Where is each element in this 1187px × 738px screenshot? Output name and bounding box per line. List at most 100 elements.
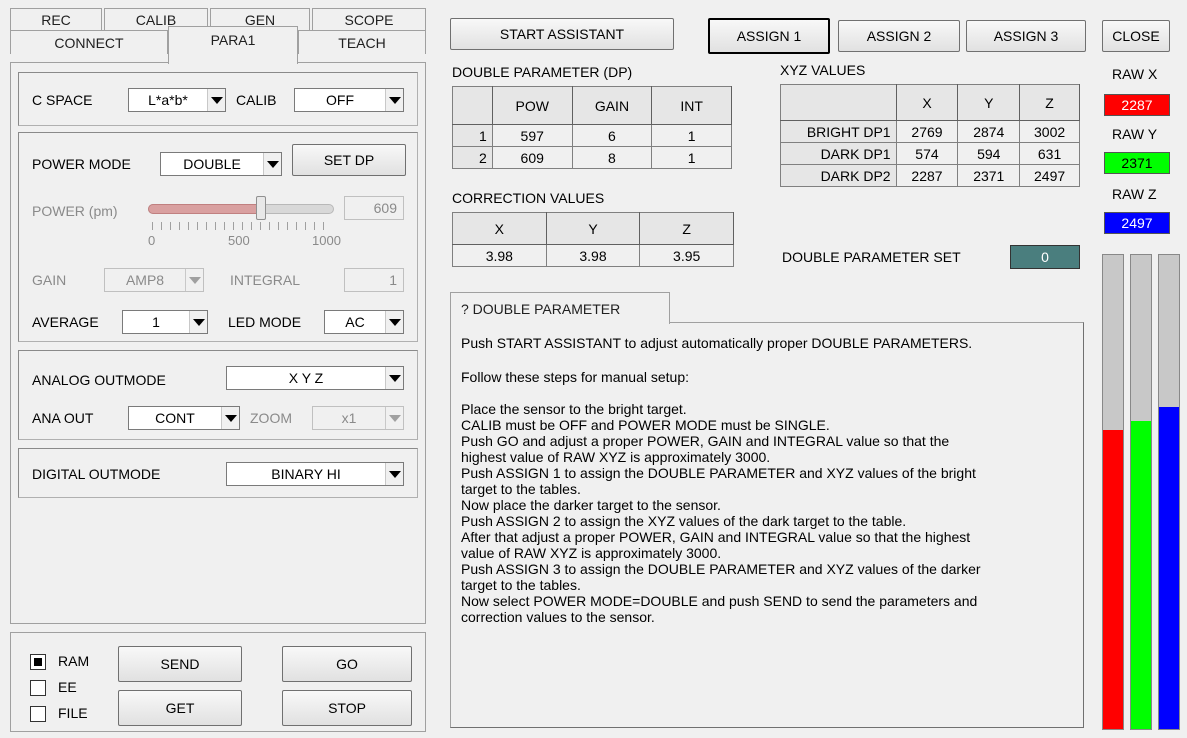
chevron-down-icon — [385, 311, 403, 333]
calib-value: OFF — [326, 92, 354, 108]
chevron-down-icon — [207, 89, 225, 111]
help-line: target to the tables. — [461, 577, 581, 593]
help-line: highest value of RAW XYZ is approximatel… — [461, 449, 771, 465]
average-label: AVERAGE — [32, 314, 99, 330]
table-row: 2 609 8 1 — [452, 146, 732, 169]
ana-out-label: ANA OUT — [32, 410, 94, 426]
help-line: Push START ASSISTANT to adjust automatic… — [461, 335, 973, 351]
xyz-row-3-y[interactable]: 2371 — [957, 164, 1021, 187]
dp-row-1-int[interactable]: 1 — [651, 124, 732, 147]
dp-header-row: POW GAIN INT — [452, 86, 732, 125]
xyz-row-2-x[interactable]: 574 — [895, 142, 959, 165]
set-dp-button[interactable]: SET DP — [292, 144, 406, 176]
xyz-table-title: XYZ VALUES — [780, 62, 866, 78]
xyz-row-3-x[interactable]: 2287 — [895, 164, 959, 187]
help-line: value of RAW XYZ is approximately 3000. — [461, 545, 722, 561]
correction-title: CORRECTION VALUES — [452, 190, 605, 206]
correction-table: X Y Z 3.98 3.98 3.95 — [452, 212, 734, 267]
stop-button[interactable]: STOP — [282, 690, 412, 726]
chevron-down-icon — [185, 269, 203, 291]
dp-table-title: DOUBLE PARAMETER (DP) — [452, 64, 633, 80]
raw-y-label: RAW Y — [1112, 126, 1158, 142]
table-row: 3.98 3.98 3.95 — [452, 244, 734, 267]
tab-teach[interactable]: TEACH — [298, 30, 426, 54]
slider-ticks — [152, 222, 332, 230]
power-value-field: 609 — [344, 196, 404, 220]
led-mode-dropdown[interactable]: AC — [324, 310, 404, 334]
help-line: Push ASSIGN 3 to assign the DOUBLE PARAM… — [461, 561, 981, 577]
analog-outmode-value: X Y Z — [288, 370, 324, 386]
power-slider[interactable] — [148, 196, 336, 220]
xyz-row-1-y[interactable]: 2874 — [957, 120, 1021, 143]
close-button[interactable]: CLOSE — [1102, 20, 1170, 52]
tick-500: 500 — [228, 233, 250, 248]
xyz-header-x: X — [895, 84, 959, 121]
xyz-row-2-z[interactable]: 631 — [1019, 142, 1080, 165]
ram-checkbox[interactable] — [30, 654, 46, 670]
xyz-row-3-z[interactable]: 2497 — [1019, 164, 1080, 187]
raw-z-bar — [1158, 254, 1180, 730]
power-mode-label: POWER MODE — [32, 156, 131, 172]
raw-z-label: RAW Z — [1112, 186, 1157, 202]
dp-row-2-gain[interactable]: 8 — [571, 146, 653, 169]
help-line: Push ASSIGN 1 to assign the DOUBLE PARAM… — [461, 465, 976, 481]
help-line: correction values to the sensor. — [461, 609, 655, 625]
chevron-down-icon — [385, 463, 403, 485]
gain-dropdown: AMP8 — [104, 268, 204, 292]
tab-para1[interactable]: PARA1 — [168, 26, 298, 64]
xyz-row-1-x[interactable]: 2769 — [895, 120, 959, 143]
help-line — [461, 353, 1073, 369]
help-panel: Push START ASSISTANT to adjust automatic… — [450, 322, 1084, 728]
raw-y-bar — [1130, 254, 1152, 730]
correction-header-y: Y — [545, 212, 641, 245]
double-parameter-set-value: 0 — [1010, 245, 1080, 269]
digital-outmode-dropdown[interactable]: BINARY HI — [226, 462, 404, 486]
help-tab[interactable]: ? DOUBLE PARAMETER — [450, 292, 670, 324]
help-line: After that adjust a proper POWER, GAIN a… — [461, 529, 971, 545]
xyz-row-bright-dp1-label: BRIGHT DP1 — [780, 120, 897, 143]
assign-2-button[interactable]: ASSIGN 2 — [838, 20, 960, 52]
help-line: target to the tables. — [461, 481, 581, 497]
start-assistant-button[interactable]: START ASSISTANT — [450, 18, 674, 50]
zoom-label: ZOOM — [250, 410, 292, 426]
gain-value: AMP8 — [125, 272, 165, 288]
assign-3-button[interactable]: ASSIGN 3 — [966, 20, 1086, 52]
power-mode-dropdown[interactable]: DOUBLE — [160, 152, 282, 176]
dp-row-1-pow[interactable]: 597 — [491, 124, 573, 147]
led-mode-value: AC — [345, 314, 365, 330]
slider-thumb[interactable] — [256, 196, 267, 220]
slider-fill — [148, 204, 262, 214]
assign-1-button[interactable]: ASSIGN 1 — [708, 18, 830, 54]
cspace-dropdown[interactable]: L*a*b* — [128, 88, 226, 112]
file-checkbox[interactable] — [30, 706, 46, 722]
dp-row-2-int[interactable]: 1 — [651, 146, 732, 169]
get-button[interactable]: GET — [118, 690, 242, 726]
calib-dropdown[interactable]: OFF — [294, 88, 404, 112]
digital-outmode-label: DIGITAL OUTMODE — [32, 466, 161, 482]
ee-checkbox[interactable] — [30, 680, 46, 696]
chevron-down-icon — [221, 407, 239, 429]
analog-outmode-dropdown[interactable]: X Y Z — [226, 366, 404, 390]
ana-out-dropdown[interactable]: CONT — [128, 406, 240, 430]
correction-header-x: X — [452, 212, 547, 245]
xyz-row-2-y[interactable]: 594 — [957, 142, 1021, 165]
raw-z-bar-fill — [1159, 406, 1179, 729]
help-line: Push GO and adjust a proper POWER, GAIN … — [461, 433, 950, 449]
average-dropdown[interactable]: 1 — [122, 310, 208, 334]
dp-table: POW GAIN INT 1 597 6 1 2 609 8 1 — [452, 86, 732, 169]
correction-z: 3.95 — [639, 244, 734, 267]
dp-row-1-gain[interactable]: 6 — [571, 124, 653, 147]
tab-rec[interactable]: REC — [10, 8, 102, 30]
xyz-row-dark-dp1-label: DARK DP1 — [780, 142, 897, 165]
gain-label: GAIN — [32, 272, 67, 288]
help-line: CALIB must be OFF and POWER MODE must be… — [461, 417, 830, 433]
file-label: FILE — [58, 705, 88, 721]
tick-0: 0 — [148, 233, 156, 248]
send-button[interactable]: SEND — [118, 646, 242, 682]
xyz-header-z: Z — [1019, 84, 1080, 121]
go-button[interactable]: GO — [282, 646, 412, 682]
tab-connect[interactable]: CONNECT — [10, 30, 168, 54]
dp-row-2-pow[interactable]: 609 — [491, 146, 573, 169]
xyz-row-1-z[interactable]: 3002 — [1019, 120, 1080, 143]
tab-scope[interactable]: SCOPE — [312, 8, 426, 30]
